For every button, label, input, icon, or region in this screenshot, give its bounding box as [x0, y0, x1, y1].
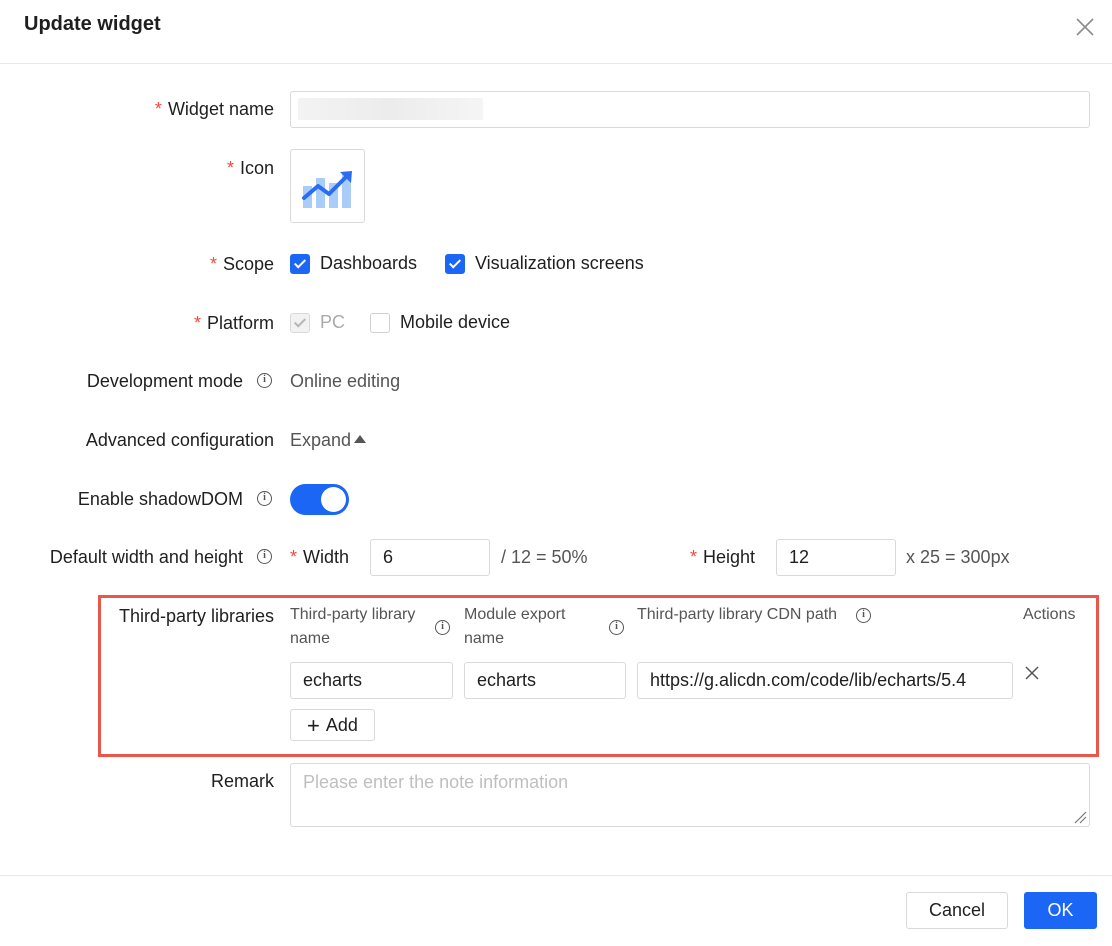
third-party-label: Third-party libraries	[118, 606, 274, 626]
info-icon[interactable]: i	[257, 490, 272, 508]
info-icon[interactable]: i	[856, 607, 871, 625]
column-cdn-path: Third-party library CDN path	[637, 606, 838, 623]
info-icon[interactable]: i	[257, 372, 272, 390]
info-icon[interactable]: i	[609, 619, 624, 637]
scope-label: * Scope	[209, 254, 274, 274]
expand-link[interactable]: Expand	[290, 430, 367, 451]
height-suffix: x 25 = 300px	[906, 547, 1010, 567]
scope-dashboards-checkbox[interactable]: Dashboards	[290, 253, 417, 274]
widget-name-label: * Widget name	[154, 99, 274, 119]
width-suffix: / 12 = 50%	[501, 547, 588, 567]
caret-up-icon	[354, 435, 367, 443]
development-mode-label: Development mode	[86, 371, 243, 391]
add-library-button[interactable]: + Add	[290, 709, 375, 741]
header-divider	[0, 63, 1112, 64]
development-mode-value: Online editing	[290, 371, 401, 391]
default-size-label: Default width and height	[49, 547, 243, 567]
export-name-input[interactable]: echarts	[464, 662, 626, 699]
dialog-title: Update widget	[24, 13, 161, 35]
checkbox-checked-icon[interactable]	[445, 253, 465, 274]
close-icon[interactable]	[1073, 15, 1097, 39]
checkbox-checked-icon[interactable]	[290, 253, 310, 274]
width-input[interactable]: 6	[370, 539, 490, 576]
footer-divider	[0, 875, 1112, 876]
remark-textarea[interactable]: Please enter the note information	[290, 763, 1090, 827]
shadow-dom-label: Enable shadowDOM	[77, 489, 243, 509]
column-export-name: Module export name	[464, 606, 566, 647]
platform-label: * Platform	[193, 313, 274, 333]
column-library-name: Third-party library name	[290, 606, 416, 647]
checkbox-disabled-icon	[290, 312, 310, 333]
height-label: * Height	[690, 547, 756, 567]
info-icon[interactable]: i	[435, 619, 450, 637]
shadow-dom-toggle[interactable]	[290, 484, 349, 515]
ok-button[interactable]: OK	[1024, 892, 1097, 929]
platform-pc-checkbox: PC	[290, 312, 345, 333]
advanced-config-label: Advanced configuration	[85, 430, 274, 450]
resize-handle-icon[interactable]	[1073, 810, 1087, 824]
remark-label: Remark	[210, 771, 274, 791]
icon-picker[interactable]	[290, 149, 365, 223]
width-label: * Width	[290, 547, 350, 567]
cancel-button[interactable]: Cancel	[906, 892, 1008, 929]
plus-icon: +	[307, 713, 320, 738]
info-icon[interactable]: i	[257, 548, 272, 566]
cdn-path-input[interactable]: https://g.alicdn.com/code/lib/echarts/5.…	[637, 662, 1013, 699]
column-actions: Actions	[1023, 606, 1076, 623]
trend-chart-icon	[302, 171, 352, 208]
checkbox-unchecked-icon[interactable]	[370, 312, 390, 333]
remove-row-icon[interactable]	[1024, 665, 1040, 681]
library-name-input[interactable]: echarts	[290, 662, 453, 699]
scope-visualization-checkbox[interactable]: Visualization screens	[445, 253, 644, 274]
icon-label: * Icon	[226, 158, 274, 178]
redacted-value	[298, 98, 483, 120]
platform-mobile-checkbox[interactable]: Mobile device	[370, 312, 510, 333]
height-input[interactable]: 12	[776, 539, 896, 576]
